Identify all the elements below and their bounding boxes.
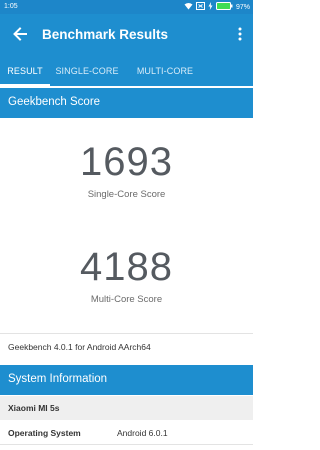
info-row-operating-system: Operating System Android 6.0.1 <box>0 421 253 443</box>
info-value: Android 6.0.1 <box>117 428 168 438</box>
info-key: Operating System <box>8 428 81 438</box>
tab-label: MULTI-CORE <box>136 66 194 76</box>
geekbench-score-header: Geekbench Score <box>0 88 253 118</box>
arrow-left-icon[interactable] <box>12 26 28 42</box>
divider <box>0 444 253 445</box>
single-core-label: Single-Core Score <box>87 189 166 200</box>
divider <box>0 333 253 334</box>
battery-percent: 97% <box>235 3 250 11</box>
wifi-icon <box>184 2 193 12</box>
version-text: Geekbench 4.0.1 for Android AArch64 <box>8 342 151 352</box>
tab-bar: RESULT SINGLE-CORE MULTI-CORE <box>0 56 253 86</box>
single-core-value: 1693 <box>80 140 173 184</box>
tab-label: RESULT <box>7 66 43 76</box>
tab-indicator <box>0 84 50 86</box>
charging-icon <box>208 2 213 12</box>
tab-result[interactable]: RESULT <box>0 56 50 86</box>
tab-multi-core[interactable]: MULTI-CORE <box>124 56 206 86</box>
system-information-header: System Information <box>0 365 253 395</box>
single-core-score: 1693 Single-Core Score <box>0 140 253 200</box>
multi-core-label: Multi-Core Score <box>90 294 163 305</box>
status-time: 1:05 <box>4 3 18 10</box>
device-name: Xiaomi MI 5s <box>0 396 253 420</box>
tab-single-core[interactable]: SINGLE-CORE <box>50 56 124 86</box>
status-icons: 97% <box>184 2 250 12</box>
multi-core-value: 4188 <box>80 245 173 289</box>
multi-core-score: 4188 Multi-Core Score <box>0 245 253 305</box>
tab-label: SINGLE-CORE <box>55 66 119 76</box>
more-vert-icon[interactable] <box>237 26 243 42</box>
status-bar: 1:05 97% <box>0 0 253 14</box>
page-title: Benchmark Results <box>42 27 169 42</box>
app-bar: Benchmark Results <box>0 14 253 56</box>
battery-icon <box>215 2 233 12</box>
sim-icon <box>195 2 205 12</box>
